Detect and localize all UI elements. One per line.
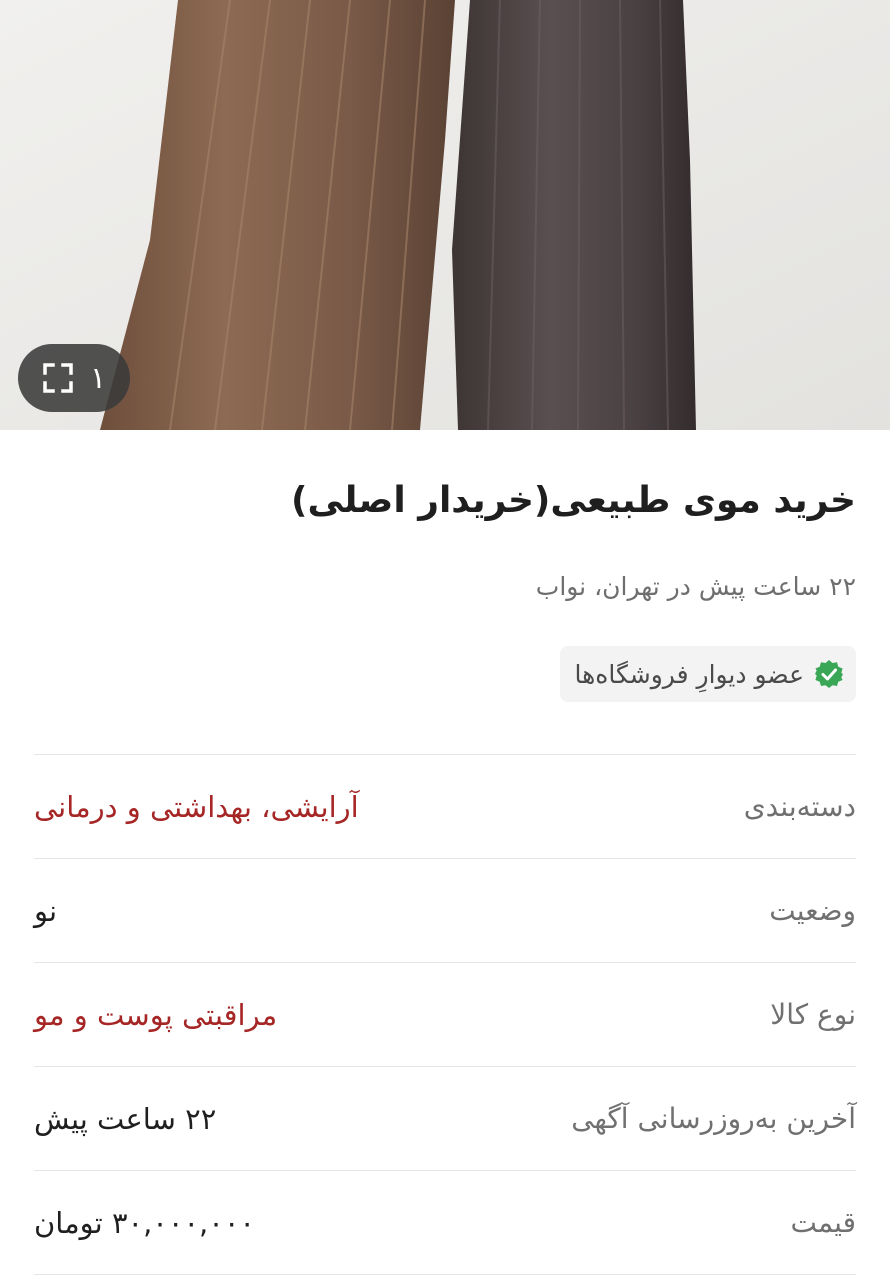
product-type-link[interactable]: مراقبتی پوست و مو [34,998,277,1032]
detail-row-last-update: آخرین به‌روزرسانی آگهی ۲۲ ساعت پیش [34,1066,856,1170]
listing-photo[interactable]: ۱ [0,0,890,430]
detail-label: نوع کالا [770,998,856,1031]
badge-label: عضو دیوارِ فروشگاه‌ها [574,659,804,689]
detail-row-condition: وضعیت نو [34,858,856,962]
detail-label: قیمت [790,1206,856,1239]
detail-label: وضعیت [769,894,856,927]
verified-check-icon [815,660,843,688]
detail-label: دسته‌بندی [743,790,856,823]
details-table: دسته‌بندی آرایشی، بهداشتی و درمانی وضعیت… [34,754,856,1275]
category-link[interactable]: آرایشی، بهداشتی و درمانی [34,790,359,824]
hair-photo [0,0,890,430]
detail-row-price: قیمت ۳۰,۰۰۰,۰۰۰ تومان [34,1170,856,1275]
expand-icon [43,363,73,393]
price-value: ۳۰,۰۰۰,۰۰۰ تومان [34,1205,255,1240]
detail-label: آخرین به‌روزرسانی آگهی [571,1102,856,1135]
detail-row-product-type: نوع کالا مراقبتی پوست و مو [34,962,856,1066]
gallery-counter[interactable]: ۱ [18,344,130,412]
detail-value: ۲۲ ساعت پیش [34,1101,217,1136]
shop-member-badge[interactable]: عضو دیوارِ فروشگاه‌ها [560,646,856,702]
gallery-count: ۱ [89,360,107,396]
listing-meta: ۲۲ ساعت پیش در تهران، نواب [535,572,856,601]
listing-title: خرید موی طبیعی(خریدار اصلی) [290,480,856,521]
detail-row-category: دسته‌بندی آرایشی، بهداشتی و درمانی [34,754,856,858]
detail-value: نو [34,893,58,928]
